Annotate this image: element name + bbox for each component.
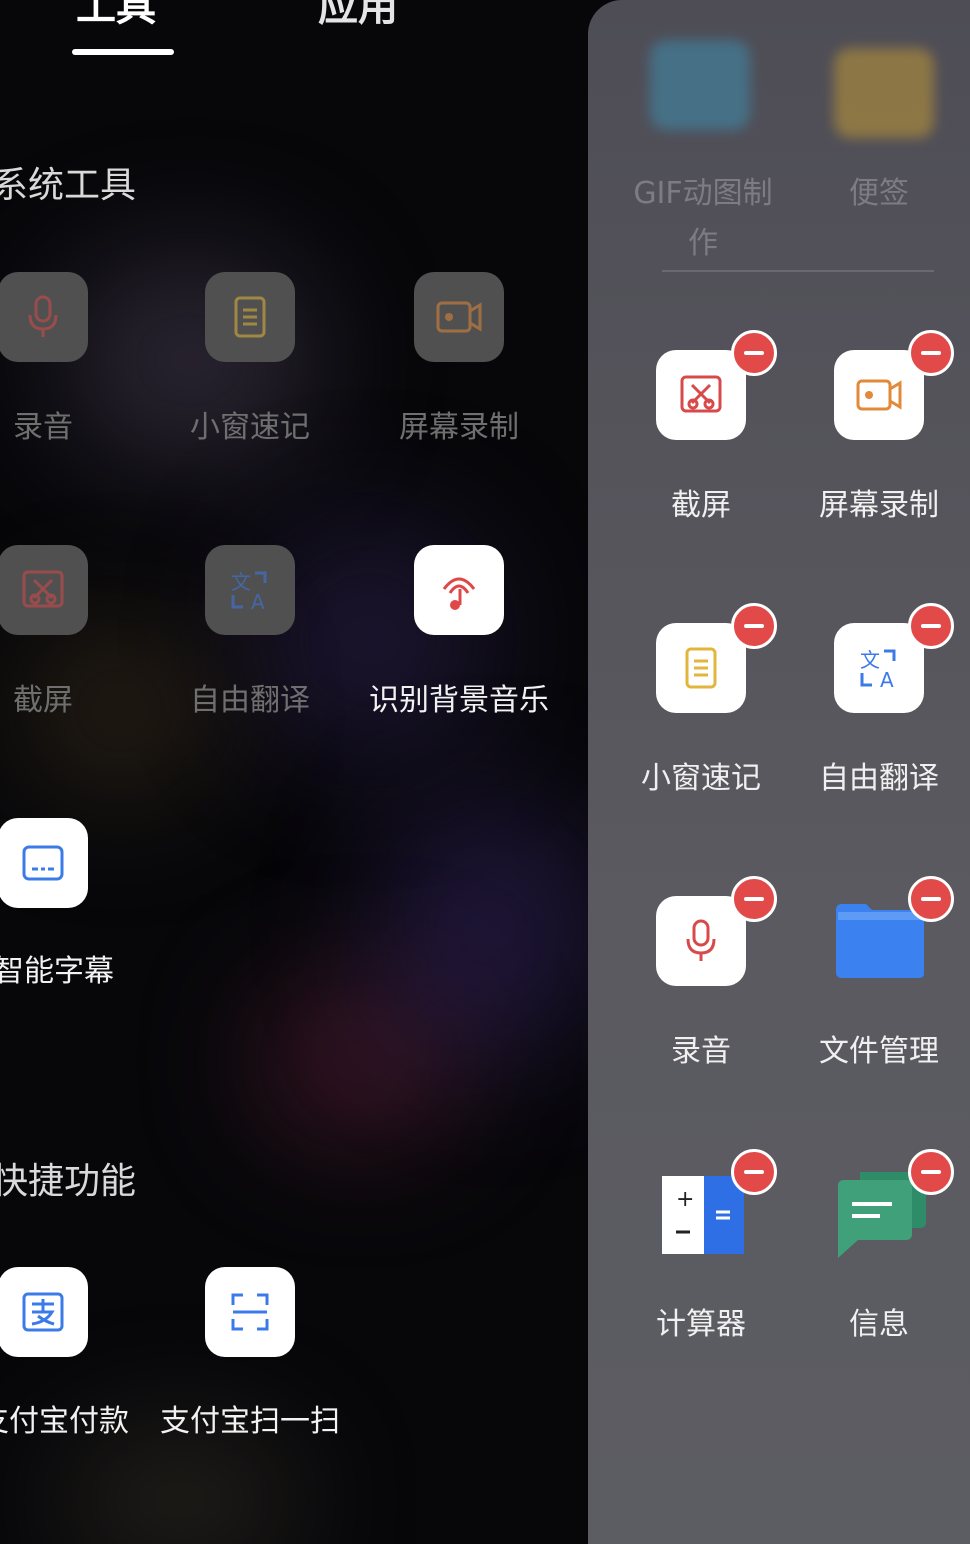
panel-item-label: 信息	[849, 1307, 909, 1342]
panel-divider	[662, 270, 934, 272]
gif-maker-label-line2: 作	[688, 226, 718, 261]
calculator-icon: +	[662, 1176, 744, 1254]
section-title-system-tools: 系统工具	[0, 165, 137, 206]
tool-label: 智能字幕	[0, 954, 114, 989]
svg-text:文: 文	[231, 570, 251, 594]
panel-tile-calculator[interactable]: +	[660, 1172, 746, 1256]
screenshot-icon	[680, 375, 722, 413]
tool-tile-quick-note[interactable]	[205, 272, 295, 362]
background-blur	[380, 800, 600, 1060]
tool-label: 识别背景音乐	[369, 683, 549, 718]
screenshot-icon	[22, 570, 64, 608]
microphone-icon	[28, 295, 58, 337]
background-blur	[60, 1430, 300, 1544]
remove-badge[interactable]	[908, 603, 954, 649]
gif-maker-label: GIF动图制	[633, 176, 773, 211]
music-recognize-icon	[442, 577, 476, 610]
gif-maker-tile[interactable]	[650, 40, 750, 130]
remove-badge[interactable]	[731, 603, 777, 649]
panel-item-label: 屏幕录制	[819, 488, 939, 523]
tab-apps[interactable]: 应用	[318, 0, 398, 32]
alipay-pay-icon	[22, 1292, 64, 1332]
tab-tools[interactable]: 工具	[76, 0, 156, 32]
remove-badge[interactable]	[908, 1149, 954, 1195]
translate-icon: 文A	[860, 648, 896, 692]
svg-text:+: +	[676, 1187, 694, 1212]
panel-item-label: 录音	[671, 1034, 731, 1069]
tool-label: 自由翻译	[190, 683, 310, 718]
remove-badge[interactable]	[731, 330, 777, 376]
sticky-note-tile[interactable]	[834, 48, 934, 138]
tool-tile-recorder[interactable]	[0, 272, 88, 362]
quick-tile-alipay-scan[interactable]	[205, 1267, 295, 1357]
remove-badge[interactable]	[908, 330, 954, 376]
remove-badge[interactable]	[908, 876, 954, 922]
panel-tile-recorder[interactable]	[656, 896, 746, 986]
panel-item-label: 自由翻译	[819, 761, 939, 796]
panel-item-label: 文件管理	[819, 1034, 939, 1069]
microphone-icon	[686, 919, 716, 961]
tool-tile-translate[interactable]: 文A	[205, 545, 295, 635]
svg-text:A: A	[251, 590, 265, 614]
tool-tile-music-recognize[interactable]	[414, 545, 504, 635]
remove-badge[interactable]	[731, 876, 777, 922]
panel-item-label: 截屏	[671, 488, 731, 523]
svg-text:A: A	[880, 668, 894, 692]
tool-tile-screen-record[interactable]	[414, 272, 504, 362]
quick-tile-alipay-pay[interactable]	[0, 1267, 88, 1357]
panel-item-label: 计算器	[656, 1307, 746, 1342]
sticky-note-label: 便签	[849, 176, 909, 211]
subtitle-icon	[22, 845, 64, 881]
tool-tile-subtitle[interactable]	[0, 818, 88, 908]
translate-icon: 文A	[231, 570, 267, 614]
tool-label: 录音	[13, 410, 73, 445]
svg-text:文: 文	[860, 648, 880, 672]
tool-label: 小窗速记	[190, 410, 310, 445]
tool-label: 屏幕录制	[399, 410, 519, 445]
panel-tile-screenshot[interactable]	[656, 350, 746, 440]
quick-label: 支付宝扫一扫	[160, 1404, 340, 1439]
screen-record-icon	[436, 301, 482, 333]
remove-badge[interactable]	[731, 1149, 777, 1195]
screen-record-icon	[856, 379, 902, 411]
active-tab-indicator	[72, 49, 174, 55]
panel-item-label: 小窗速记	[641, 761, 761, 796]
note-icon	[234, 296, 266, 338]
scan-icon	[231, 1293, 269, 1331]
note-icon	[685, 647, 717, 689]
section-title-quick-functions: 快捷功能	[0, 1161, 137, 1202]
panel-tile-quick-note[interactable]	[656, 623, 746, 713]
background-blur	[260, 980, 460, 1140]
tool-tile-screenshot[interactable]	[0, 545, 88, 635]
tool-label: 截屏	[13, 683, 73, 718]
